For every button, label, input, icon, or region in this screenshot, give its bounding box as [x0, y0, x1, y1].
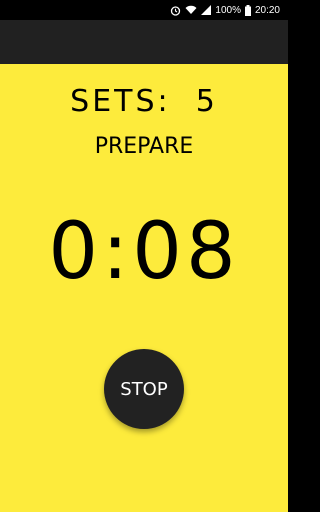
app-bar — [0, 20, 288, 64]
alarm-icon — [170, 4, 181, 16]
clock: 20:20 — [254, 4, 280, 16]
sets-display: SETS: 5 — [0, 84, 288, 119]
battery-percent: 100% — [215, 4, 241, 16]
countdown-timer: 0:08 — [48, 207, 240, 297]
battery-icon — [244, 4, 251, 16]
signal-icon — [201, 4, 212, 16]
wifi-icon — [185, 4, 197, 16]
status-bar: 100% 20:20 — [0, 0, 288, 20]
stop-button[interactable]: STOP — [104, 349, 184, 429]
phase-label: PREPARE — [94, 134, 194, 159]
workout-screen: SETS: 5 PREPARE 0:08 STOP — [0, 64, 288, 512]
sets-label: SETS: — [70, 84, 171, 119]
sets-value: 5 — [195, 84, 218, 119]
